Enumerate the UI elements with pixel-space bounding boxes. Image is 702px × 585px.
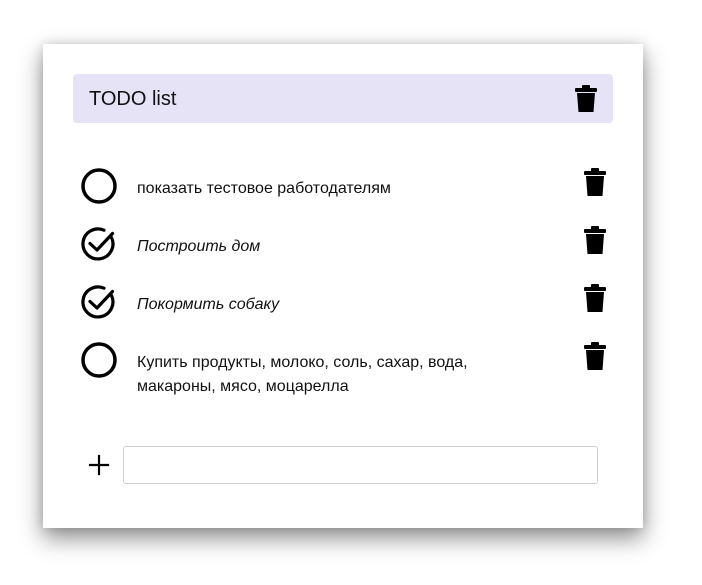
trash-icon [584,226,606,254]
trash-icon [584,342,606,370]
add-item-row [87,446,598,484]
todo-status-toggle[interactable] [80,341,118,379]
empty-circle-icon [81,168,117,204]
todo-status-toggle[interactable] [80,167,118,205]
todo-item-label: Построить дом [137,238,261,255]
check-circle-icon [81,227,115,261]
todo-status-toggle[interactable] [80,283,118,321]
todo-item: показать тестовое работодателям [80,167,606,205]
plus-icon [88,454,110,476]
list-title: TODO list [89,87,177,110]
delete-list-button[interactable] [575,85,597,112]
delete-item-button[interactable] [584,284,606,312]
delete-item-button[interactable] [584,342,606,370]
delete-item-button[interactable] [584,226,606,254]
trash-icon [584,168,606,196]
todo-item: Купить продукты, молоко, соль, сахар, во… [80,341,606,399]
todo-item: Построить дом [80,225,606,263]
empty-circle-icon [81,342,117,378]
delete-item-button[interactable] [584,168,606,196]
list-header: TODO list [73,74,613,123]
todo-item-label: Покормить собаку [137,296,280,313]
todo-item-label: показать тестовое работодателям [137,180,391,197]
todo-list: показать тестовое работодателям Построит… [80,167,606,419]
todo-card: TODO list показать тестовое работодателя… [43,44,643,528]
todo-item: Покормить собаку [80,283,606,321]
todo-status-toggle[interactable] [80,225,118,263]
check-circle-icon [81,285,115,319]
add-item-button[interactable] [87,453,111,477]
trash-icon [575,85,597,112]
trash-icon [584,284,606,312]
todo-item-label: Купить продукты, молоко, соль, сахар, во… [137,354,468,395]
new-item-input[interactable] [123,446,598,484]
